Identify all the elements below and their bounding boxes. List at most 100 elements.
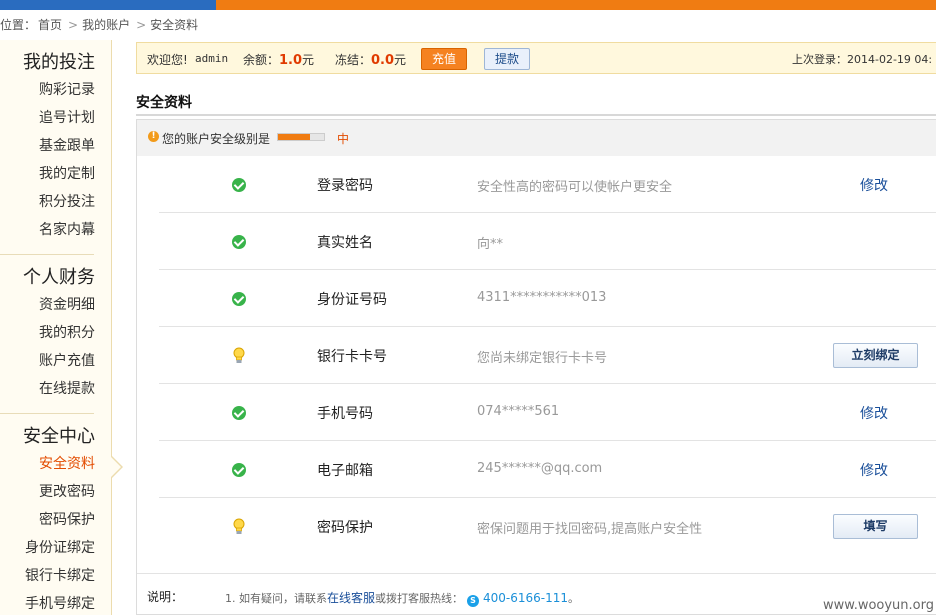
sidebar-item-fund-follow[interactable]: 基金跟单 (0, 132, 112, 160)
sidebar: 我的投注 购彩记录 追号计划 基金跟单 我的定制 积分投注 名家内幕 个人财务 … (0, 40, 112, 615)
welcome-text: 欢迎您! (147, 53, 188, 67)
sidebar-item-bank-card-binding[interactable]: 银行卡绑定 (0, 562, 112, 590)
balance-label: 余额： (243, 53, 280, 67)
check-icon (232, 463, 246, 477)
online-service-link[interactable]: 在线客服 (327, 591, 375, 605)
row-name: 身份证号码 (317, 292, 387, 308)
check-icon (232, 406, 246, 420)
frozen: 冻结：0.0元 (335, 51, 406, 68)
breadcrumb-my-account[interactable]: 我的账户 (82, 18, 130, 32)
security-level-label: 您的账户安全级别是 (162, 132, 271, 146)
breadcrumb-separator: > (136, 18, 147, 32)
row-name: 电子邮箱 (317, 463, 373, 479)
sidebar-item-purchase-records[interactable]: 购彩记录 (0, 76, 112, 104)
bind-now-button[interactable]: 立刻绑定 (833, 343, 918, 368)
withdraw-button[interactable]: 提款 (484, 48, 530, 70)
watermark: www.wooyun.org (822, 598, 934, 613)
sidebar-item-id-binding[interactable]: 身份证绑定 (0, 534, 112, 562)
frozen-value: 0.0 (371, 53, 395, 68)
fill-in-button[interactable]: 填写 (833, 514, 918, 539)
balance-value: 1.0 (279, 53, 303, 68)
security-row-password-protection: 密码保护 密保问题用于找回密码,提高账户安全性 填写 (159, 498, 936, 555)
sidebar-item-withdraw[interactable]: 在线提款 (0, 375, 112, 403)
top-color-bar-orange (216, 0, 936, 10)
security-row-id-number: 身份证号码 4311***********013 (159, 270, 936, 327)
row-name: 银行卡卡号 (317, 349, 387, 365)
sidebar-item-points-bet[interactable]: 积分投注 (0, 188, 112, 216)
row-name: 密码保护 (317, 520, 373, 536)
sidebar-item-my-points[interactable]: 我的积分 (0, 319, 112, 347)
sidebar-item-change-password[interactable]: 更改密码 (0, 478, 112, 506)
edit-link[interactable]: 修改 (860, 175, 888, 195)
security-row-phone-number: 手机号码 074*****561 修改 (159, 384, 936, 441)
last-login: 上次登录：2014-02-19 04: (792, 53, 933, 66)
security-level-text: 中 (337, 132, 350, 146)
sidebar-group-finance: 个人财务 资金明细 我的积分 账户充值 在线提款 (0, 265, 112, 403)
account-info-bar: 欢迎您! admin 余额：1.0元 冻结：0.0元 充值 提款 上次登录：20… (136, 42, 936, 74)
balance-unit: 元 (302, 53, 315, 67)
help-note: 说明： 1. 如有疑问，请联系在线客服或拨打客服热线： S 400-6166-111… (137, 573, 936, 615)
row-description: 4311***********013 (477, 290, 607, 305)
row-description: 245******@qq.com (477, 461, 603, 476)
row-description: 安全性高的密码可以使帐户更安全 (477, 180, 673, 195)
note-content: 1. 如有疑问，请联系在线客服或拨打客服热线： S 400-6166-111。 (225, 589, 579, 607)
title-divider (136, 114, 936, 117)
balance: 余额：1.0元 (243, 51, 314, 68)
row-name: 手机号码 (317, 406, 373, 422)
note-text-after: 。 (568, 592, 580, 605)
sidebar-divider (0, 254, 94, 255)
sidebar-item-fund-details[interactable]: 资金明细 (0, 291, 112, 319)
row-description: 074*****561 (477, 404, 560, 419)
sidebar-group-title: 个人财务 (23, 267, 95, 288)
breadcrumb-prefix: 位置： (0, 18, 37, 32)
breadcrumb: 位置： 首页 > 我的账户 > 安全资料 (0, 16, 200, 34)
check-icon (232, 292, 246, 306)
security-level-meter (277, 133, 325, 141)
security-row-bank-card: 银行卡卡号 您尚未绑定银行卡卡号 立刻绑定 (159, 327, 936, 384)
frozen-unit: 元 (394, 53, 407, 67)
skype-icon: S (467, 595, 480, 607)
sidebar-item-my-custom[interactable]: 我的定制 (0, 160, 112, 188)
recharge-button[interactable]: 充值 (421, 48, 467, 70)
check-icon (232, 235, 246, 249)
breadcrumb-home[interactable]: 首页 (38, 18, 62, 32)
sidebar-item-chase-plan[interactable]: 追号计划 (0, 104, 112, 132)
warning-icon: ! (148, 131, 159, 142)
security-panel: ! 您的账户安全级别是 中 登录密码 安全性高的密码可以使帐户更安全 修改 真实姓名向… (136, 119, 936, 615)
security-level-bar: ! 您的账户安全级别是 中 (137, 120, 936, 156)
sidebar-item-phone-binding[interactable]: 手机号绑定 (0, 590, 112, 615)
sidebar-item-expert-insider[interactable]: 名家内幕 (0, 216, 112, 244)
note-label: 说明： (147, 590, 184, 604)
breadcrumb-separator: > (68, 18, 79, 32)
row-description: 向** (477, 237, 504, 252)
security-row-email: 电子邮箱 245******@qq.com 修改 (159, 441, 936, 498)
row-description: 您尚未绑定银行卡卡号 (477, 351, 608, 366)
lightbulb-icon (233, 347, 245, 365)
security-level-fill (278, 134, 311, 140)
sidebar-divider (0, 413, 94, 414)
frozen-label: 冻结： (335, 53, 372, 67)
sidebar-item-password-protection[interactable]: 密码保护 (0, 506, 112, 534)
sidebar-item-security-info[interactable]: 安全资料 (0, 450, 112, 478)
security-row-real-name: 真实姓名 向** (159, 213, 936, 270)
edit-link[interactable]: 修改 (860, 460, 888, 480)
sidebar-group-title: 我的投注 (23, 52, 95, 73)
row-name: 真实姓名 (317, 235, 373, 251)
check-icon (232, 178, 246, 192)
sidebar-group-betting: 我的投注 购彩记录 追号计划 基金跟单 我的定制 积分投注 名家内幕 (0, 50, 112, 244)
hotline-number: 400-6166-111 (483, 591, 569, 605)
row-name: 登录密码 (317, 178, 373, 194)
row-description: 密保问题用于找回密码,提高账户安全性 (477, 522, 703, 537)
page-title: 安全资料 (136, 95, 192, 111)
sidebar-group-title: 安全中心 (23, 426, 95, 447)
edit-link[interactable]: 修改 (860, 403, 888, 423)
username: admin (195, 52, 229, 65)
breadcrumb-current: 安全资料 (150, 18, 199, 32)
lightbulb-icon (233, 518, 245, 536)
sidebar-group-security: 安全中心 安全资料 更改密码 密码保护 身份证绑定 银行卡绑定 手机号绑定 (0, 424, 112, 615)
security-row-login-password: 登录密码 安全性高的密码可以使帐户更安全 修改 (159, 156, 936, 213)
note-text-middle: 或拨打客服热线： (375, 592, 464, 605)
sidebar-item-recharge[interactable]: 账户充值 (0, 347, 112, 375)
note-text-before: 1. 如有疑问，请联系 (225, 592, 327, 605)
top-color-bar (0, 0, 936, 10)
